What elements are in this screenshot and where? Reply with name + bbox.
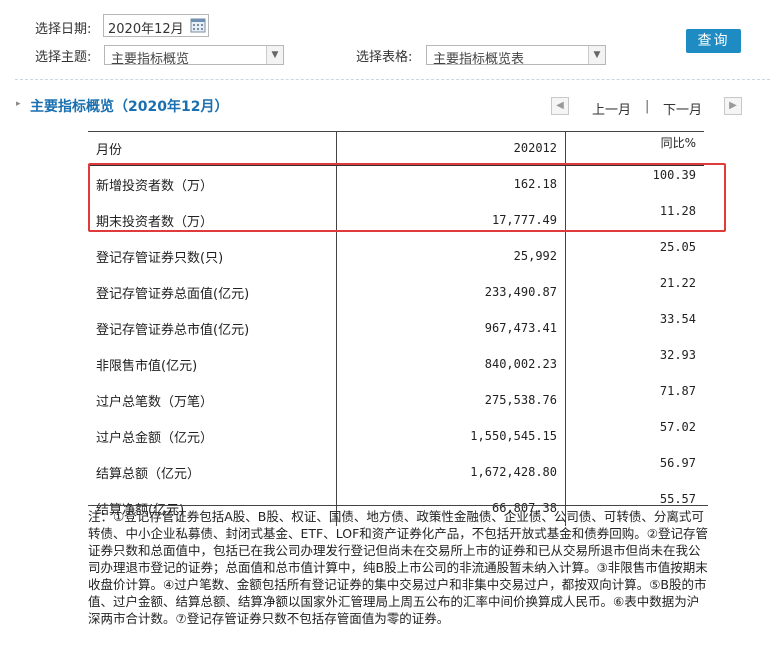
row-value: 275,538.76 [336,382,566,418]
header-month: 月份 [88,131,337,166]
row-yoy: 25.05 [659,240,696,254]
chevron-down-icon: ▼ [588,46,605,64]
row-yoy: 56.97 [659,456,696,470]
row-value: 1,550,545.15 [336,418,566,454]
topic-value: 主要指标概览 [111,52,190,67]
table-value: 主要指标概览表 [433,52,525,67]
divider [15,79,770,80]
row-value: 967,473.41 [336,310,566,346]
topic-select[interactable]: 主要指标概览 ▼ [104,45,284,67]
row-yoy: 32.93 [659,348,696,362]
nav-separator: | [645,99,650,114]
row-value: 1,672,428.80 [336,454,566,490]
triangle-right-icon: ▸ [16,99,21,109]
table-row: 过户总笔数（万笔） 275,538.76 71.87 [88,382,704,418]
row-value: 25,992 [336,238,566,274]
date-input[interactable]: 2020年12月 [103,14,209,37]
table-row: 过户总金额（亿元） 1,550,545.15 57.02 [88,418,704,454]
row-value: 840,002.23 [336,346,566,382]
footnote: 注：①登记存管证券包括A股、B股、权证、国债、地方债、政策性金融债、企业债、公司… [88,505,708,627]
row-label: 结算总额（亿元） [88,454,337,490]
prev-arrow-icon[interactable]: ◀ [551,97,569,115]
table-row: 登记存管证券总市值(亿元) 967,473.41 33.54 [88,310,704,346]
row-label: 登记存管证券总面值(亿元) [88,274,337,310]
table-label: 选择表格: [356,50,413,65]
next-month-link[interactable]: 下一月 [663,99,702,118]
row-yoy: 57.02 [659,420,696,434]
row-yoy: 71.87 [659,384,696,398]
header-period: 202012 [336,131,566,166]
date-label: 选择日期: [35,22,92,37]
table-header-row: 月份 202012 同比% [88,131,704,166]
calendar-icon[interactable] [190,17,206,33]
query-button[interactable]: 查询 [686,29,741,53]
date-value: 2020年12月 [108,22,184,37]
row-yoy: 21.22 [659,276,696,290]
topic-label: 选择主题: [35,50,92,65]
row-yoy: 33.54 [659,312,696,326]
row-value: 233,490.87 [336,274,566,310]
highlight-box [88,163,726,232]
section-title: 主要指标概览（2020年12月） [30,99,229,115]
header-yoy: 同比% [565,131,704,166]
row-label: 非限售市值(亿元) [88,346,337,382]
table-row: 结算总额（亿元） 1,672,428.80 56.97 [88,454,704,490]
row-label: 过户总笔数（万笔） [88,382,337,418]
row-label: 登记存管证券只数(只) [88,238,337,274]
table-row: 登记存管证券总面值(亿元) 233,490.87 21.22 [88,274,704,310]
row-label: 过户总金额（亿元） [88,418,337,454]
table-row: 登记存管证券只数(只) 25,992 25.05 [88,238,704,274]
chevron-down-icon: ▼ [266,46,283,64]
table-select[interactable]: 主要指标概览表 ▼ [426,45,606,67]
table-row: 非限售市值(亿元) 840,002.23 32.93 [88,346,704,382]
next-arrow-icon[interactable]: ▶ [724,97,742,115]
prev-month-link[interactable]: 上一月 [592,99,631,118]
row-label: 登记存管证券总市值(亿元) [88,310,337,346]
